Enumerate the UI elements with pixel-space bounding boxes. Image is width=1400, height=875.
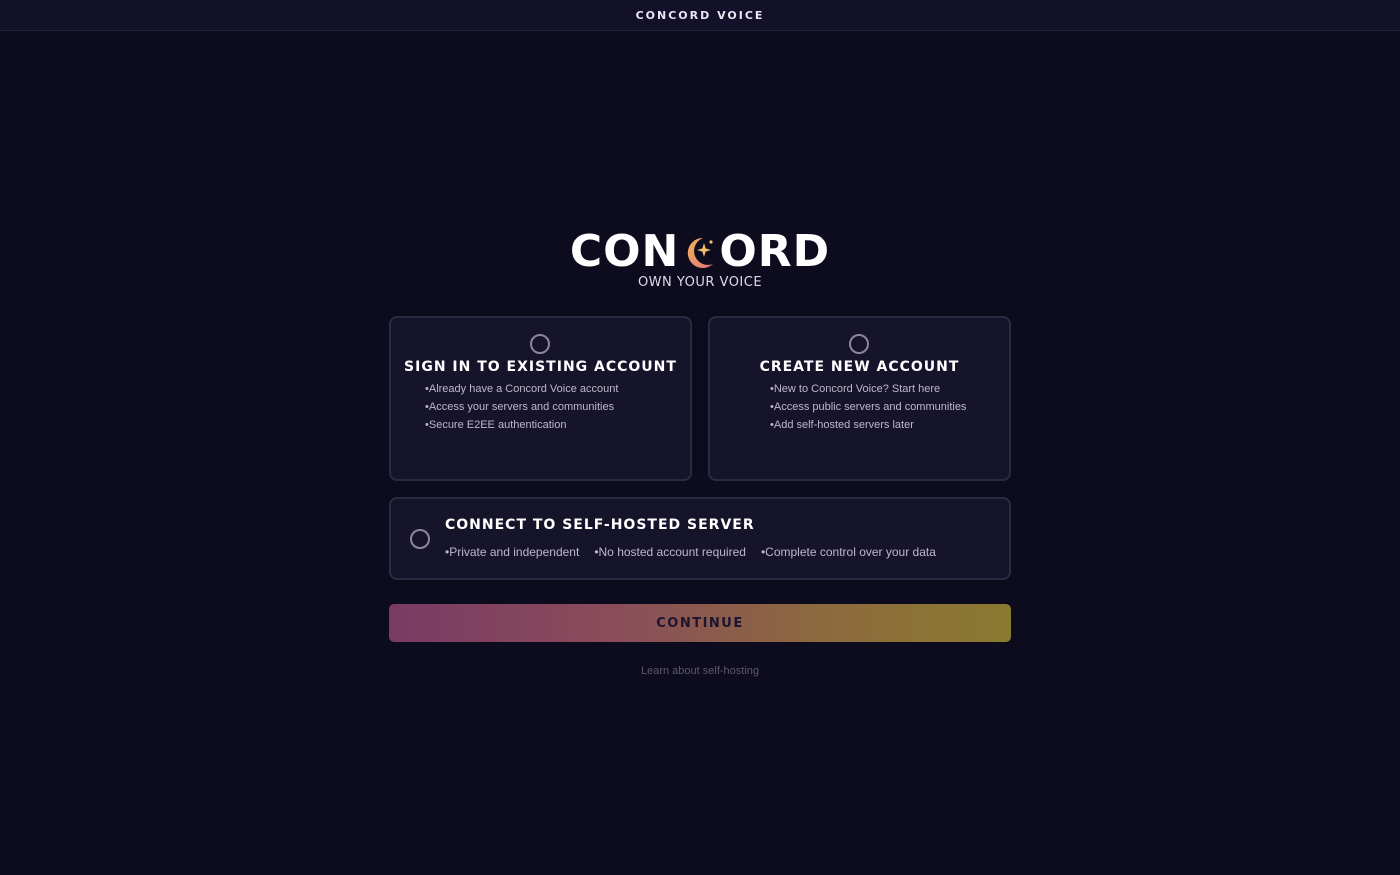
bullet-item: Private and independent [445, 543, 579, 561]
logo-text-left: CON [569, 226, 680, 277]
self-hosted-radio[interactable] [410, 529, 430, 549]
tagline: OWN YOUR VOICE [637, 275, 763, 290]
create-account-bullets: New to Concord Voice? Start here Access … [770, 380, 967, 434]
app-logo: CON ORD OWN YOUR VOICE [0, 226, 1400, 290]
crescent-moon-star-icon [680, 226, 718, 278]
bullet-item: Access public servers and communities [770, 398, 967, 416]
create-account-option-card[interactable]: CREATE NEW ACCOUNT New to Concord Voice?… [708, 316, 1011, 481]
bullet-item: New to Concord Voice? Start here [770, 380, 966, 398]
continue-button[interactable]: CONTINUE [389, 604, 1011, 642]
bullet-item: Access your servers and communities [425, 398, 618, 416]
sign-in-bullets: Already have a Concord Voice account Acc… [425, 380, 619, 434]
self-hosted-title: CONNECT TO SELF-HOSTED SERVER [445, 517, 755, 533]
window-title: CONCORD VOICE [635, 8, 765, 22]
logo-text-right: ORD [719, 226, 831, 277]
bullet-item: Complete control over your data [761, 543, 936, 561]
sign-in-option-card[interactable]: SIGN IN TO EXISTING ACCOUNT Already have… [389, 316, 692, 481]
create-account-radio[interactable] [849, 334, 869, 354]
bullet-item: Already have a Concord Voice account [425, 380, 619, 398]
sign-in-title: SIGN IN TO EXISTING ACCOUNT [404, 359, 677, 375]
bullet-item: No hosted account required [594, 543, 746, 561]
learn-self-hosting-link[interactable]: Learn about self-hosting [0, 665, 1400, 677]
sign-in-radio[interactable] [530, 334, 550, 354]
bullet-item: Secure E2EE authentication [425, 416, 618, 434]
create-account-title: CREATE NEW ACCOUNT [759, 359, 960, 375]
self-hosted-option-card[interactable]: CONNECT TO SELF-HOSTED SERVER Private an… [389, 497, 1011, 580]
logo-wordmark: CON ORD [570, 226, 830, 278]
window-titlebar: CONCORD VOICE [0, 0, 1400, 31]
bullet-item: Add self-hosted servers later [770, 416, 966, 434]
self-hosted-bullets: Private and independent No hosted accoun… [445, 543, 951, 561]
